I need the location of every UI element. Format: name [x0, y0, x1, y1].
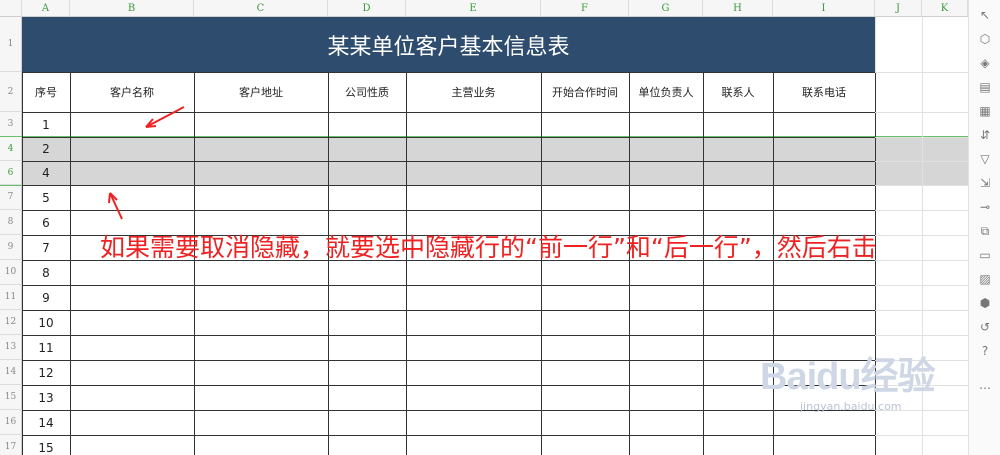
filter-icon[interactable]: ⇵ [978, 128, 992, 142]
spreadsheet[interactable]: ABCDEFGHIJK 1 2 3 4 6 7 8 9 10 11 12 13 14 15 16 17 某某单… [0, 0, 968, 455]
annotation-text: 如果需要取消隐藏，就要选中隐藏行的“前一行”和“后一行”，然后右击 [100, 233, 877, 262]
arrow-to-row-6 [109, 192, 123, 220]
more-icon[interactable]: … [978, 378, 992, 392]
image-icon[interactable]: ▨ [978, 272, 992, 286]
right-toolbar: ↖ ⬡ ◈ ▤ ▦ ⇵ ▽ ⇲ ⊸ ⧉ ▭ ▨ ⬢ ↺? … [968, 0, 1000, 455]
baidu-watermark: Baidu经验 jingyan.baidu.com [760, 345, 960, 435]
arrowhead-2a [108, 192, 111, 204]
cursor-icon[interactable]: ↖ [978, 8, 992, 22]
chart-icon[interactable]: ▤ [978, 80, 992, 94]
link-icon[interactable]: ⊸ [978, 200, 992, 214]
watermark-logo: Baidu经验 [760, 356, 936, 398]
grid-icon[interactable]: ▦ [978, 104, 992, 118]
funnel-icon[interactable]: ▽ [978, 152, 992, 166]
collapse-icon[interactable]: ⇲ [978, 176, 992, 190]
shield-icon[interactable]: ⬢ [978, 296, 992, 310]
shapes-icon[interactable]: ⬡ [978, 32, 992, 46]
arrow-to-row-3 [145, 106, 185, 128]
help-icon[interactable]: ? [978, 344, 992, 358]
fill-icon[interactable]: ◈ [978, 56, 992, 70]
watermark-url: jingyan.baidu.com [800, 400, 902, 413]
copy-icon[interactable]: ⧉ [978, 224, 992, 238]
save-icon[interactable]: ▭ [978, 248, 992, 262]
history-icon[interactable]: ↺ [978, 320, 992, 334]
